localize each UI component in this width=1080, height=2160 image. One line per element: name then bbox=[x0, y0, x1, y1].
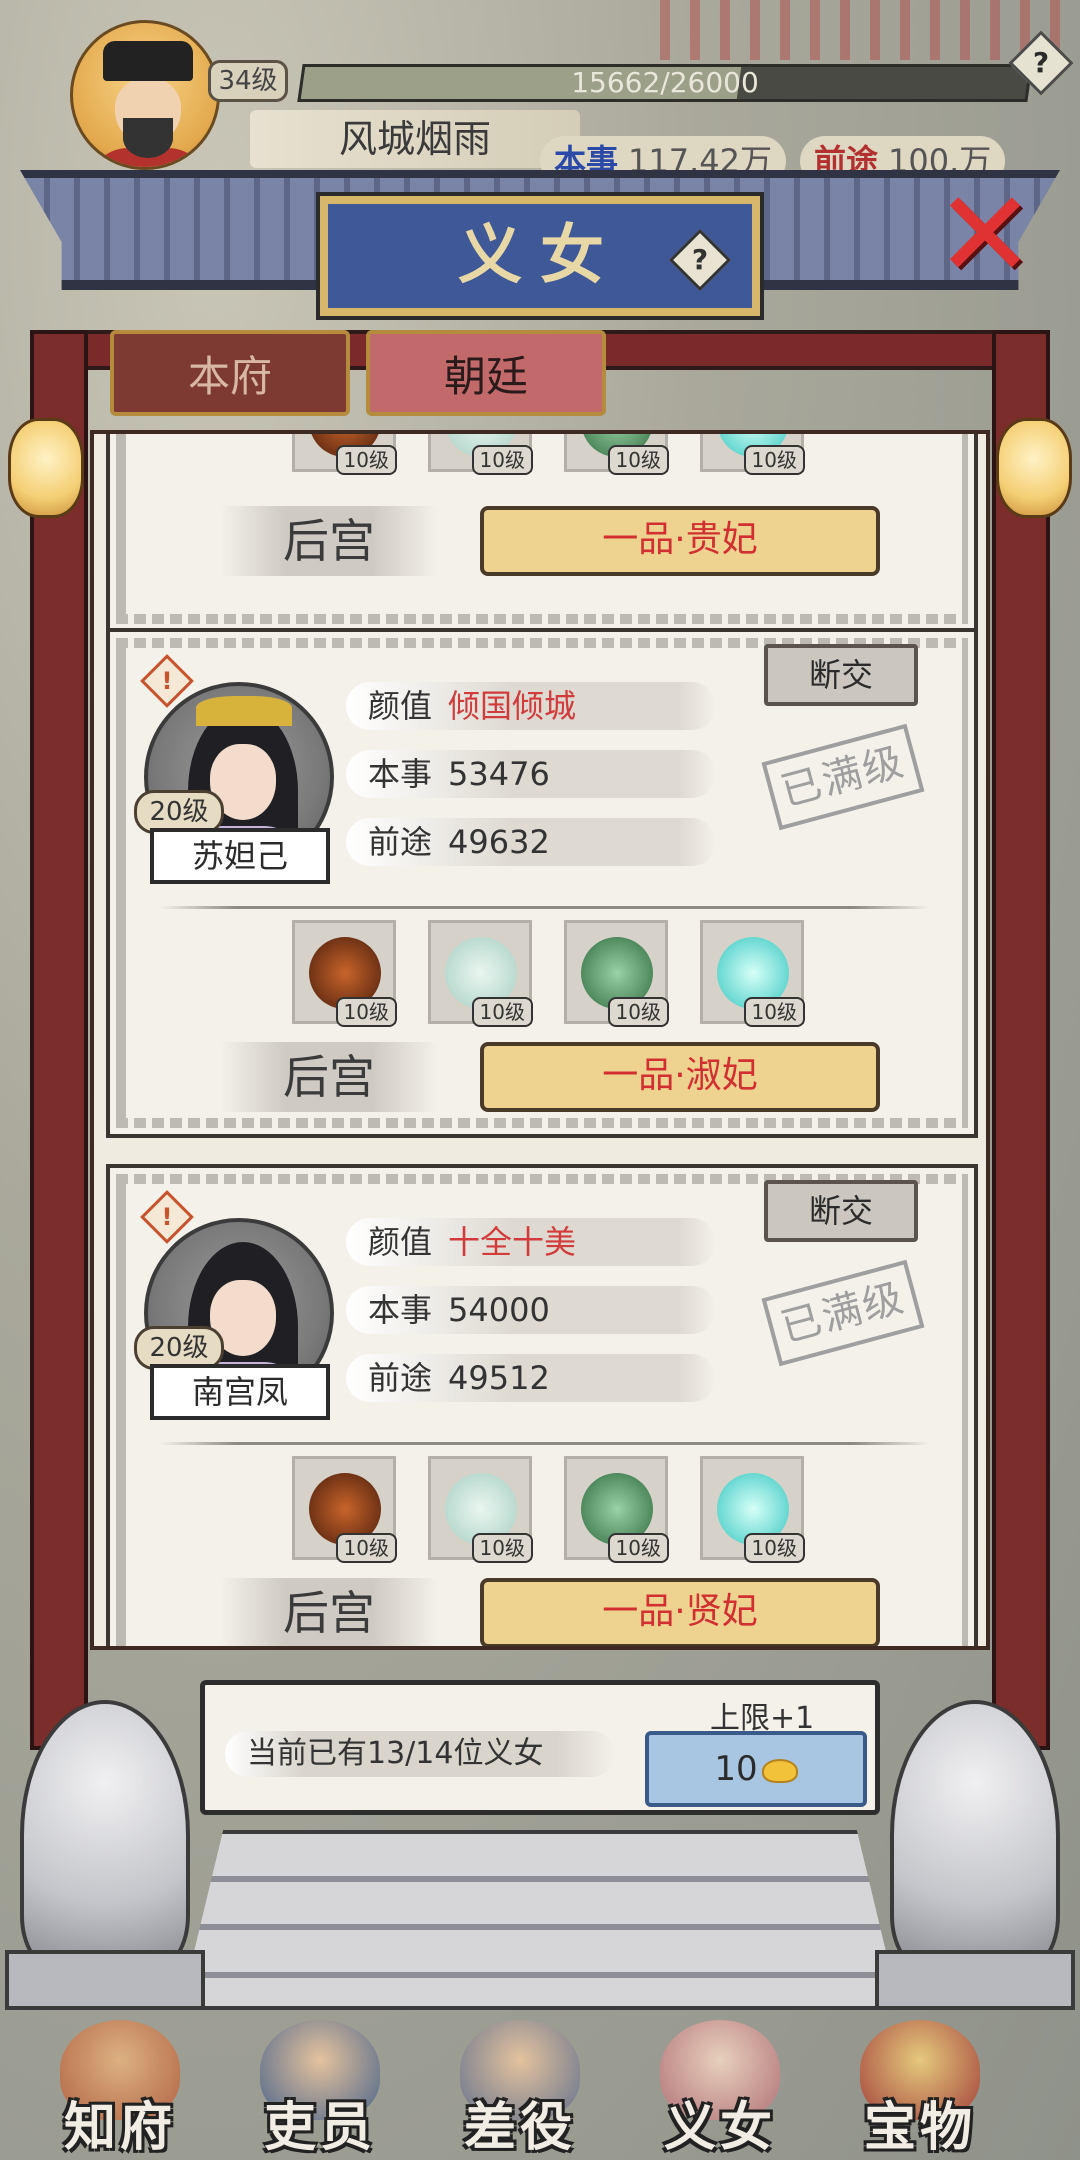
stat-label: 颜值 bbox=[368, 687, 433, 725]
crystal-ball-icon[interactable]: 10级 bbox=[700, 1456, 805, 1563]
lantern-right-icon bbox=[996, 418, 1072, 518]
nav-runners[interactable]: 差役 bbox=[420, 2010, 620, 2160]
nav-clerks[interactable]: 吏员 bbox=[220, 2010, 420, 2160]
alert-glyph: ! bbox=[161, 667, 173, 695]
nav-treasures[interactable]: 宝物 bbox=[820, 2010, 1020, 2160]
jade-dragon-icon[interactable]: 10级 bbox=[564, 1456, 669, 1563]
stat-prospect: 前途 49512 bbox=[346, 1354, 716, 1402]
increase-limit-button[interactable]: 10 bbox=[645, 1731, 867, 1807]
daughter-card: ! 20级 苏妲己 颜值 倾国倾城 本事 53476 前途 49632 断交 已满级 … bbox=[106, 628, 978, 1138]
tab-residence[interactable]: 本府 bbox=[110, 330, 350, 416]
robe-icon[interactable]: 10级 bbox=[428, 920, 533, 1027]
jade-dragon-icon[interactable]: 10级 bbox=[564, 434, 669, 475]
bead-bracelet-icon[interactable]: 10级 bbox=[292, 1456, 397, 1563]
rank-button[interactable]: 一品·贤妃 bbox=[480, 1578, 880, 1646]
stat-label: 前途 bbox=[368, 1359, 433, 1397]
nav-label: 差役 bbox=[463, 2097, 576, 2158]
stat-beauty: 颜值 倾国倾城 bbox=[346, 682, 716, 730]
stat-value: 53476 bbox=[448, 755, 550, 793]
stat-label: 前途 bbox=[368, 823, 433, 861]
stat-beauty: 颜值 十全十美 bbox=[346, 1218, 716, 1266]
bead-bracelet-icon[interactable]: 10级 bbox=[292, 920, 397, 1027]
tab-court[interactable]: 朝廷 bbox=[366, 330, 606, 416]
bead-bracelet-icon[interactable]: 10级 bbox=[292, 434, 397, 475]
break-ties-button[interactable]: 断交 bbox=[764, 644, 918, 706]
robe-icon[interactable]: 10级 bbox=[428, 1456, 533, 1563]
item-level: 10级 bbox=[607, 1533, 669, 1563]
crystal-ball-icon[interactable]: 10级 bbox=[700, 920, 805, 1027]
stat-ability: 本事 53476 bbox=[346, 750, 716, 798]
help-icon-glyph: ? bbox=[1032, 46, 1050, 79]
stat-ability: 本事 54000 bbox=[346, 1286, 716, 1334]
stat-value: 54000 bbox=[448, 1291, 550, 1329]
stone-lion-right-icon bbox=[890, 1700, 1060, 1970]
stat-value: 倾国倾城 bbox=[448, 687, 577, 725]
lantern-left-icon bbox=[8, 418, 84, 518]
jade-dragon-icon[interactable]: 10级 bbox=[564, 920, 669, 1027]
lion-base-left bbox=[5, 1950, 205, 2010]
daughter-card-partial: 10级 10级 10级 10级 后宫 一品·贵妃 bbox=[106, 434, 978, 634]
nav-magistrate[interactable]: 知府 bbox=[20, 2010, 220, 2160]
item-level: 10级 bbox=[743, 445, 805, 475]
max-level-stamp: 已满级 bbox=[761, 723, 925, 831]
right-pillar bbox=[992, 330, 1050, 1750]
stat-value: 十全十美 bbox=[448, 1223, 577, 1261]
nav-label: 宝物 bbox=[863, 2097, 976, 2158]
robe-icon[interactable]: 10级 bbox=[428, 434, 533, 475]
daughter-name: 南宫凤 bbox=[150, 1364, 330, 1420]
item-level: 10级 bbox=[743, 997, 805, 1027]
tab-bar: 本府 朝廷 bbox=[110, 330, 970, 420]
daughter-card: ! 20级 南宫凤 颜值 十全十美 本事 54000 前途 49512 断交 已满级 … bbox=[106, 1164, 978, 1646]
lion-base-right bbox=[875, 1950, 1075, 2010]
left-pillar bbox=[30, 330, 88, 1750]
crystal-ball-icon[interactable]: 10级 bbox=[700, 434, 805, 475]
card-divider bbox=[160, 906, 930, 909]
nav-daughters[interactable]: 义女 bbox=[620, 2010, 820, 2160]
rank-button[interactable]: 一品·贵妃 bbox=[480, 506, 880, 576]
card-divider bbox=[160, 1442, 930, 1445]
stat-label: 本事 bbox=[368, 755, 433, 793]
item-level: 10级 bbox=[607, 997, 669, 1027]
item-level: 10级 bbox=[471, 445, 533, 475]
item-level: 10级 bbox=[607, 445, 669, 475]
daughter-name: 苏妲己 bbox=[150, 828, 330, 884]
capacity-panel: 当前已有13/14位义女 上限+1 10 bbox=[200, 1680, 880, 1815]
rank-button[interactable]: 一品·淑妃 bbox=[480, 1042, 880, 1112]
destination-label: 后宫 bbox=[220, 506, 438, 576]
stat-label: 本事 bbox=[368, 1291, 433, 1329]
stat-value: 49512 bbox=[448, 1359, 550, 1397]
item-level: 10级 bbox=[335, 1533, 397, 1563]
nav-label: 义女 bbox=[663, 2097, 776, 2158]
palace-steps bbox=[180, 1830, 900, 2010]
daughter-list[interactable]: 10级 10级 10级 10级 后宫 一品·贵妃 ! 20级 苏妲己 颜值 倾国倾… bbox=[90, 430, 990, 1650]
break-ties-button[interactable]: 断交 bbox=[764, 1180, 918, 1242]
stat-value: 49632 bbox=[448, 823, 550, 861]
item-level: 10级 bbox=[335, 997, 397, 1027]
daughter-count: 当前已有13/14位义女 bbox=[225, 1731, 615, 1777]
bottom-navigation: 知府 吏员 差役 义女 宝物 bbox=[0, 2010, 1080, 2160]
player-level-badge: 34级 bbox=[208, 60, 288, 102]
item-level: 10级 bbox=[471, 1533, 533, 1563]
exp-text: 15662/26000 bbox=[571, 66, 759, 99]
stat-prospect: 前途 49632 bbox=[346, 818, 716, 866]
destination-label: 后宫 bbox=[220, 1042, 438, 1112]
destination-label: 后宫 bbox=[220, 1578, 438, 1646]
gold-ingot-icon bbox=[761, 1758, 798, 1783]
avatar-hat bbox=[103, 41, 193, 81]
title-plaque: 义女 ? bbox=[320, 196, 760, 316]
nav-label: 吏员 bbox=[263, 2097, 376, 2158]
stat-label: 颜值 bbox=[368, 1223, 433, 1261]
close-icon[interactable]: ✕ bbox=[930, 176, 1040, 296]
max-level-stamp: 已满级 bbox=[761, 1259, 925, 1367]
alert-glyph: ! bbox=[161, 1203, 173, 1231]
item-level: 10级 bbox=[471, 997, 533, 1027]
limit-cost: 10 bbox=[714, 1749, 758, 1789]
title-help-glyph: ? bbox=[691, 243, 709, 276]
stone-lion-left-icon bbox=[20, 1700, 190, 1970]
nav-label: 知府 bbox=[63, 2097, 176, 2158]
item-level: 10级 bbox=[335, 445, 397, 475]
item-level: 10级 bbox=[743, 1533, 805, 1563]
